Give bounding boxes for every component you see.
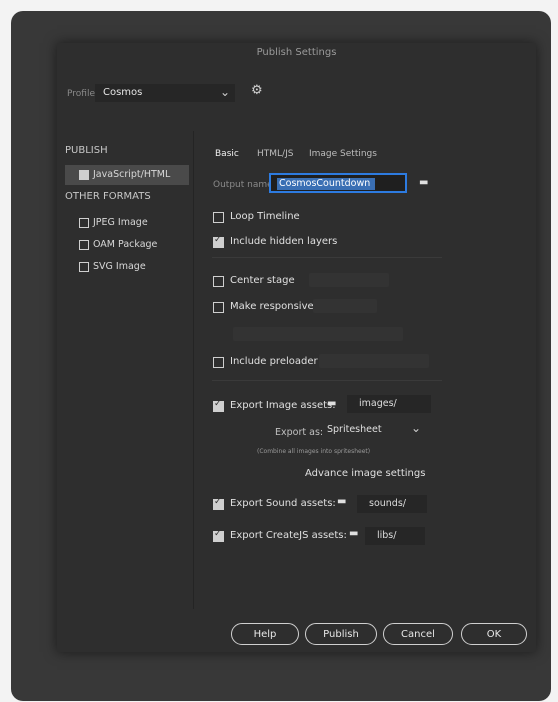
publish-header: PUBLISH bbox=[65, 145, 108, 156]
option-label: Export Sound assets: bbox=[230, 498, 336, 509]
images-folder-value: images/ bbox=[359, 398, 397, 409]
option-label: Include hidden layers bbox=[230, 236, 338, 247]
publish-button[interactable]: Publish bbox=[305, 623, 377, 645]
profile-label: Profile: bbox=[67, 89, 99, 99]
folder-icon[interactable]: ▬ bbox=[337, 496, 346, 507]
option-label: Export CreateJS assets: bbox=[230, 530, 347, 541]
gear-icon[interactable]: ⚙ bbox=[251, 83, 263, 98]
libs-folder-value: libs/ bbox=[377, 530, 397, 541]
responsive-select bbox=[313, 299, 377, 313]
option-label: Include preloader bbox=[230, 356, 318, 367]
option-label: Loop Timeline bbox=[230, 211, 300, 222]
checkbox-icon bbox=[79, 170, 89, 180]
sounds-folder-value: sounds/ bbox=[369, 498, 406, 509]
scale-option-disabled bbox=[233, 327, 403, 341]
checkbox-icon bbox=[213, 529, 224, 542]
output-name-value: CosmosCountdown bbox=[279, 178, 371, 189]
advance-image-settings-link[interactable]: Advance image settings bbox=[305, 468, 425, 479]
help-button[interactable]: Help bbox=[231, 623, 299, 645]
checkbox-icon bbox=[213, 302, 224, 313]
format-sidebar: PUBLISH JavaScript/HTML OTHER FORMATS JP… bbox=[57, 131, 194, 609]
checkbox-icon bbox=[79, 240, 89, 250]
format-item-jpeg[interactable]: JPEG Image bbox=[65, 213, 189, 233]
profile-select[interactable]: Cosmos ⌄ bbox=[95, 84, 235, 102]
dialog-title: Publish Settings bbox=[256, 47, 337, 58]
images-folder-field[interactable]: images/ bbox=[347, 395, 431, 413]
checkbox-icon bbox=[79, 218, 89, 228]
output-name-label: Output name: bbox=[213, 180, 276, 190]
format-item-javascript-html[interactable]: JavaScript/HTML bbox=[65, 165, 189, 185]
folder-icon[interactable]: ▬ bbox=[419, 177, 428, 188]
chevron-down-icon: ⌄ bbox=[220, 85, 231, 99]
checkbox-icon bbox=[79, 262, 89, 272]
option-label: Export Image assets: bbox=[230, 400, 336, 411]
center-stage-select bbox=[309, 273, 389, 287]
profile-value: Cosmos bbox=[103, 87, 143, 98]
checkbox-icon bbox=[213, 235, 224, 248]
ok-button[interactable]: OK bbox=[461, 623, 527, 645]
divider bbox=[212, 380, 442, 381]
option-label: Make responsive bbox=[230, 301, 314, 312]
tab-html-js[interactable]: HTML/JS bbox=[257, 149, 293, 159]
format-label: JPEG Image bbox=[93, 217, 148, 228]
format-item-oam[interactable]: OAM Package bbox=[65, 235, 189, 255]
folder-icon[interactable]: ▬ bbox=[327, 398, 336, 409]
chevron-down-icon[interactable]: ⌄ bbox=[411, 421, 421, 435]
divider bbox=[212, 257, 442, 258]
format-label: OAM Package bbox=[93, 239, 158, 250]
checkbox-icon bbox=[213, 212, 224, 223]
cancel-button[interactable]: Cancel bbox=[383, 623, 453, 645]
option-label: Center stage bbox=[230, 275, 295, 286]
tab-image-settings[interactable]: Image Settings bbox=[309, 149, 377, 159]
combine-note: (Combine all images into spritesheet) bbox=[257, 448, 371, 455]
preloader-select bbox=[319, 354, 429, 368]
other-formats-header: OTHER FORMATS bbox=[65, 191, 151, 202]
output-name-input[interactable]: CosmosCountdown bbox=[269, 173, 407, 193]
folder-icon[interactable]: ▬ bbox=[349, 528, 358, 539]
export-as-label: Export as: bbox=[275, 427, 324, 438]
checkbox-icon bbox=[213, 497, 224, 510]
publish-settings-dialog: Publish Settings Profile: Cosmos ⌄ ⚙ PUB… bbox=[57, 43, 536, 652]
export-as-value[interactable]: Spritesheet bbox=[327, 424, 382, 435]
format-label: JavaScript/HTML bbox=[93, 169, 171, 180]
window-frame: Publish Settings Profile: Cosmos ⌄ ⚙ PUB… bbox=[11, 11, 551, 701]
checkbox-icon bbox=[213, 357, 224, 368]
libs-folder-field[interactable]: libs/ bbox=[365, 527, 425, 545]
checkbox-icon bbox=[213, 399, 224, 412]
sounds-folder-field[interactable]: sounds/ bbox=[357, 495, 427, 513]
format-item-svg[interactable]: SVG Image bbox=[65, 257, 189, 277]
format-label: SVG Image bbox=[93, 261, 146, 272]
tab-basic[interactable]: Basic bbox=[215, 149, 239, 159]
checkbox-icon bbox=[213, 276, 224, 287]
